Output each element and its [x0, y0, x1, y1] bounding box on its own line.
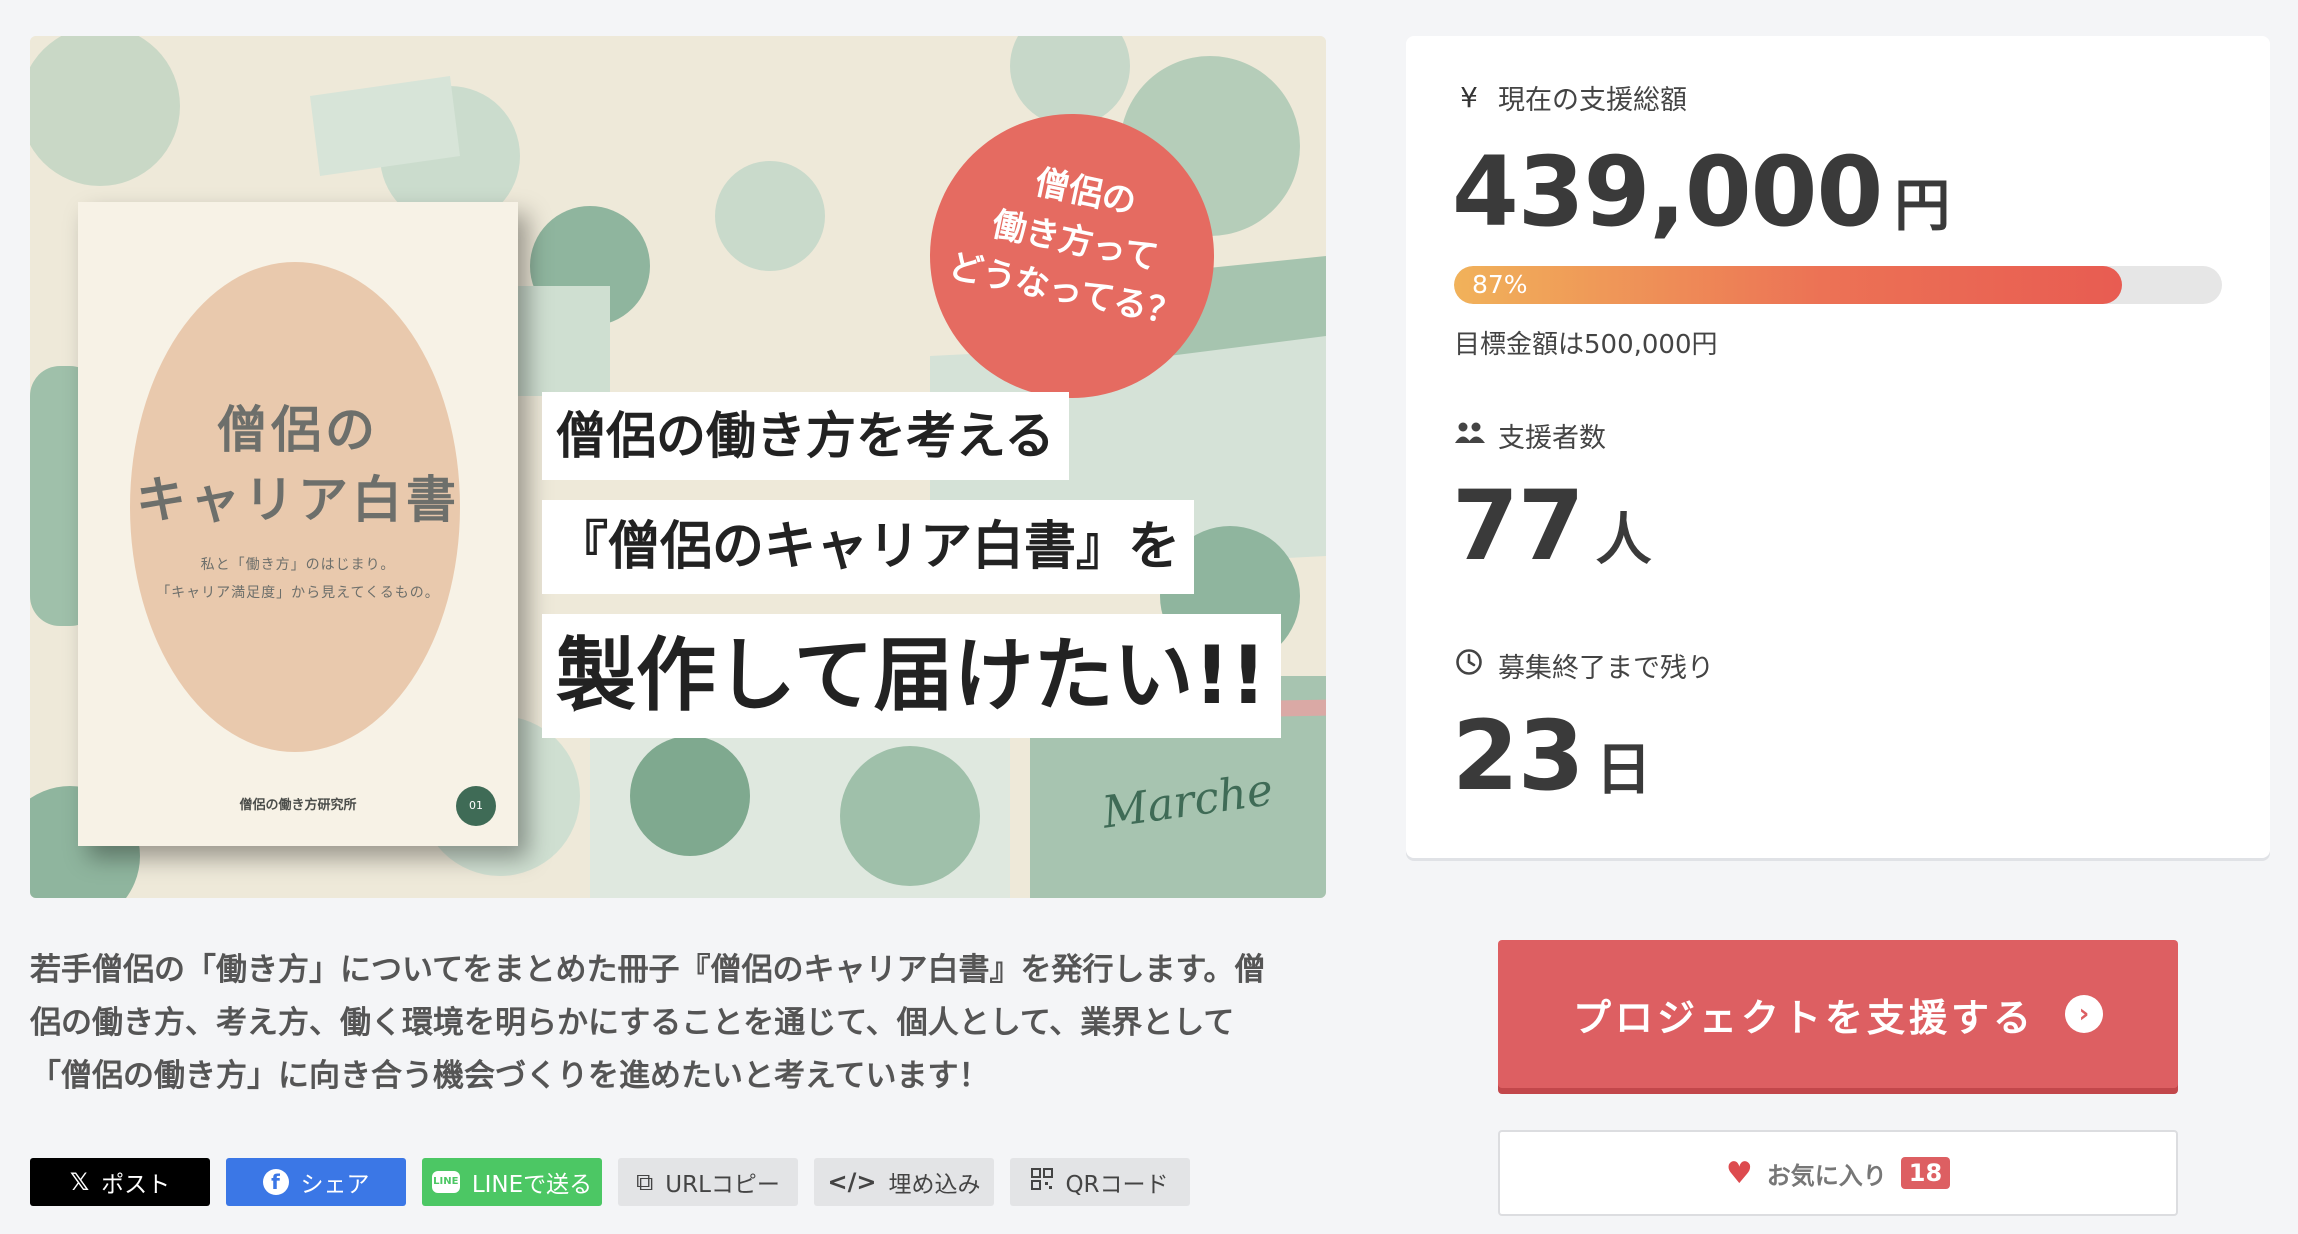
copy-url-label: URLコピー [665, 1172, 780, 1198]
favorite-button[interactable]: ♥ お気に入り 18 [1498, 1130, 2178, 1216]
qr-code-label: QRコード [1065, 1172, 1169, 1198]
description-line1: 若手僧侶の「働き方」についてをまとめた冊子『僧侶のキャリア白書』を発行します。僧 [30, 952, 1266, 988]
embed-button[interactable]: </> 埋め込み [814, 1158, 994, 1206]
support-project-label: プロジェクトを支援する [1572, 995, 2035, 1040]
share-facebook-label: シェア [300, 1172, 370, 1198]
favorite-label: お気に入り [1766, 1161, 1887, 1190]
favorite-count: 18 [1900, 1157, 1951, 1189]
hero-banner-line2: 『僧侶のキャリア白書』を [542, 500, 1195, 594]
share-line-button[interactable]: LINE LINEで送る [422, 1158, 602, 1206]
progress-fill: 87% [1454, 266, 2123, 304]
share-facebook-button[interactable]: f シェア [226, 1158, 406, 1206]
remaining-label-text: 募集終了まで残り [1498, 653, 1714, 684]
book-title-line1: 僧侶の [217, 401, 379, 459]
embed-label: 埋め込み [888, 1172, 981, 1198]
book-publisher: 僧侶の働き方研究所 [239, 798, 357, 813]
goal-amount: 目標金額は500,000円 [1454, 330, 1718, 360]
remaining-number: 23 [1452, 700, 1585, 812]
book-subtitle-line1: 私と「働き方」のはじまり。 [200, 557, 396, 573]
share-line-label: LINEで送る [471, 1172, 593, 1198]
book-subtitle-line2: 「キャリア満足度」から見えてくるもの。 [156, 585, 440, 601]
amount-label-text: 現在の支援総額 [1498, 85, 1687, 116]
remaining-value: 23 日 [1452, 700, 1652, 812]
description-line2: 侶の働き方、考え方、働く環境を明らかにすることを通じて、個人として、業界として [30, 1005, 1235, 1041]
line-icon: LINE [431, 1171, 460, 1193]
qr-code-button[interactable]: QRコード [1010, 1158, 1190, 1206]
yen-icon: ¥ [1460, 81, 1478, 114]
remaining-unit: 日 [1595, 738, 1652, 803]
amount-value: 439,000 円 [1452, 136, 1950, 248]
facebook-icon: f [262, 1169, 289, 1195]
copy-icon: ⧉ [636, 1168, 654, 1196]
supporters-value: 77 人 [1452, 470, 1652, 582]
x-logo-icon: 𝕏 [69, 1168, 90, 1196]
share-x-button[interactable]: 𝕏 ポスト [30, 1158, 210, 1206]
book-volume-badge: 01 [456, 786, 496, 826]
share-x-label: ポスト [101, 1172, 171, 1198]
book-title-line2: キャリア白書 [136, 471, 460, 529]
amount-label: ¥ 現在の支援総額 [1454, 78, 1687, 117]
supporters-number: 77 [1452, 470, 1585, 582]
remaining-label: 募集終了まで残り [1454, 646, 1714, 685]
hero-banner-line3: 製作して届けたい!! [542, 614, 1281, 738]
copy-url-button[interactable]: ⧉ URLコピー [618, 1158, 798, 1206]
funding-progress-bar: 87% [1454, 266, 2222, 304]
project-hero-image: 僧侶の キャリア白書 私と「働き方」のはじまり。 「キャリア満足度」から見えてく… [30, 36, 1326, 898]
chevron-right-icon: › [2065, 995, 2103, 1033]
hero-banner-line1: 僧侶の働き方を考える [542, 392, 1069, 480]
supporters-label-text: 支援者数 [1498, 423, 1606, 454]
book-cover: 僧侶の キャリア白書 私と「働き方」のはじまり。 「キャリア満足度」から見えてく… [78, 202, 518, 846]
description-line3: 「僧侶の働き方」に向き合う機会づくりを進めたいと考えています！ [30, 1058, 990, 1094]
amount-number: 439,000 [1452, 136, 1883, 248]
project-description: 若手僧侶の「働き方」についてをまとめた冊子『僧侶のキャリア白書』を発行します。僧… [30, 944, 1330, 1103]
supporters-label: 支援者数 [1454, 416, 1606, 455]
amount-unit: 円 [1894, 174, 1951, 239]
qr-icon [1031, 1168, 1054, 1196]
support-project-button[interactable]: プロジェクトを支援する › [1498, 940, 2178, 1088]
code-icon: </> [827, 1168, 877, 1196]
heart-icon: ♥ [1725, 1155, 1753, 1191]
users-icon [1454, 419, 1485, 452]
clock-icon [1454, 648, 1484, 683]
supporters-unit: 人 [1595, 508, 1652, 573]
funding-stats-panel: ¥ 現在の支援総額 439,000 円 87% 目標金額は500,000円 支援… [1406, 36, 2270, 858]
